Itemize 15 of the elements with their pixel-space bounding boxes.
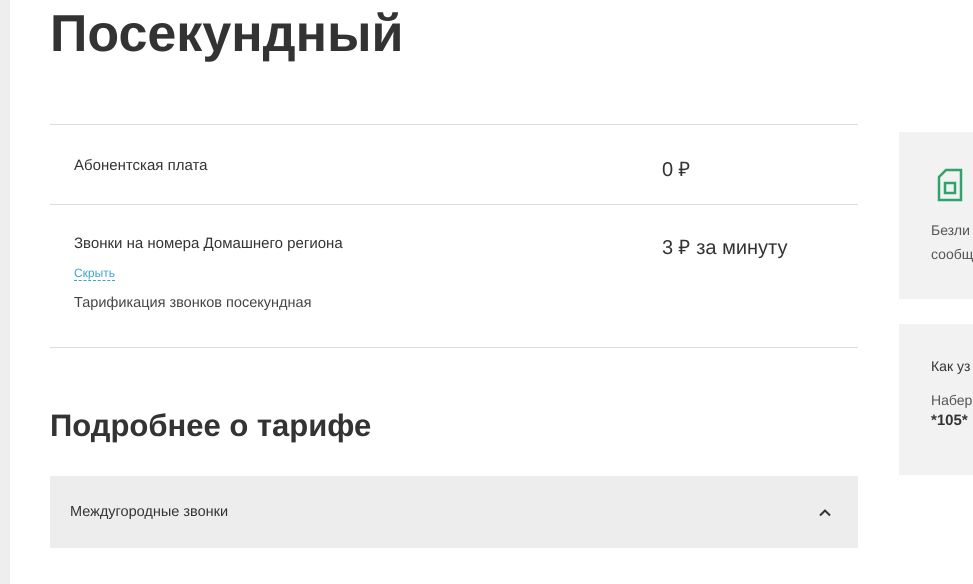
- card-text: сообщ: [931, 245, 973, 264]
- sim-card-icon: [937, 168, 963, 202]
- tariff-label: Абонентская плата: [74, 157, 208, 174]
- tariff-price: 3 ₽ за минуту: [662, 236, 788, 261]
- card-text: Безли: [931, 221, 971, 240]
- accordion-header[interactable]: Междугородные звонки: [50, 476, 858, 548]
- tariff-label: Звонки на номера Домашнего региона: [74, 235, 343, 252]
- card-heading: Как уз: [931, 358, 972, 374]
- card-text: Набер: [931, 391, 973, 410]
- chevron-up-icon: [818, 508, 832, 516]
- page-title: Посекундный: [50, 4, 404, 65]
- tariff-price: 0 ₽: [662, 158, 691, 183]
- section-heading: Подробнее о тарифе: [50, 407, 372, 445]
- ussd-code: *105*: [931, 412, 969, 429]
- tariff-detail: Тарификация звонков посекундная: [74, 295, 312, 311]
